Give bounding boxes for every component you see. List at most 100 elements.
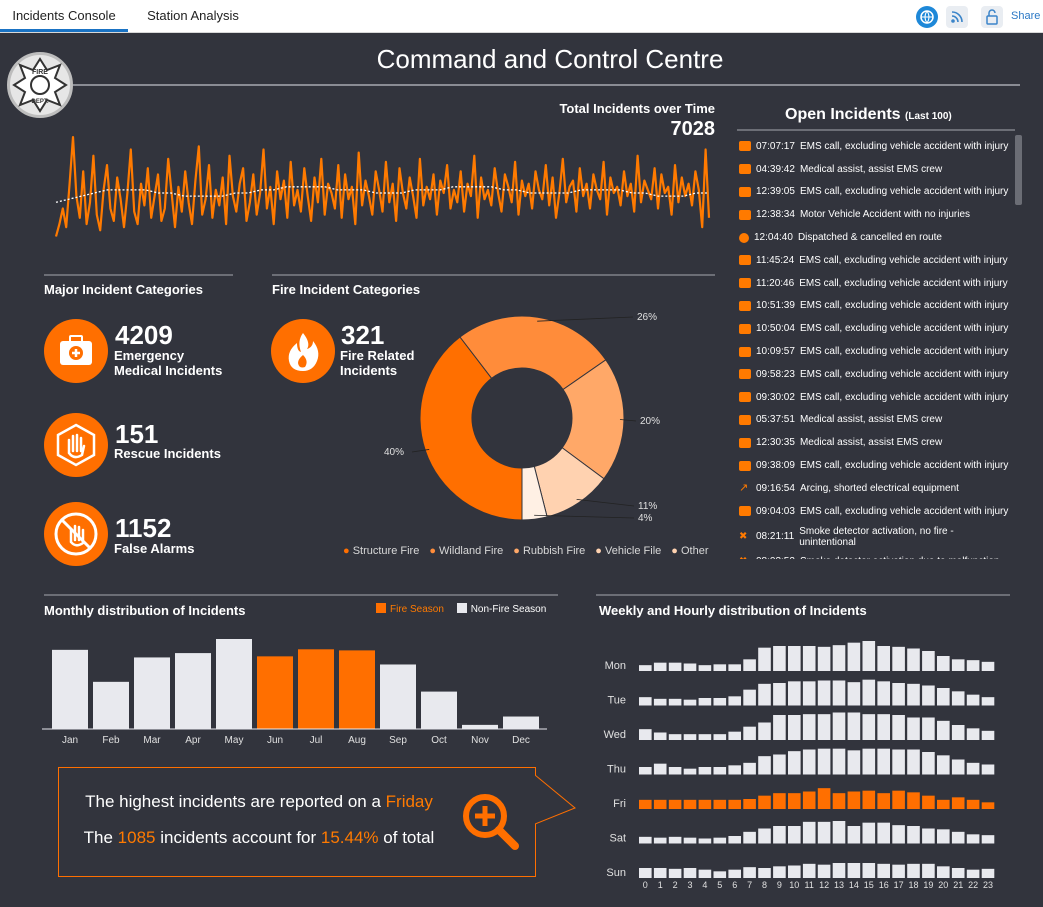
hour-cell-fri-11 bbox=[802, 791, 816, 809]
incident-time: 04:39:42 bbox=[756, 163, 795, 175]
hour-cell-sun-1 bbox=[653, 868, 667, 878]
hour-cell-sat-10 bbox=[788, 826, 801, 844]
hour-cell-thu-4 bbox=[698, 767, 712, 775]
open-incident-row[interactable]: 10:50:04 EMS call, excluding vehicle acci… bbox=[737, 317, 1025, 340]
open-incident-row[interactable]: 05:37:51 Medical assist, assist EMS crew bbox=[737, 409, 1025, 432]
arrows-expand-icon: ↗ bbox=[739, 482, 749, 495]
month-tick-label: Aug bbox=[348, 735, 366, 746]
hour-cell-sat-8 bbox=[758, 828, 771, 844]
hour-tick-label: 10 bbox=[789, 880, 799, 890]
hour-cell-mon-23 bbox=[981, 661, 995, 671]
share-link[interactable]: Share bbox=[1011, 10, 1040, 22]
hour-cell-mon-2 bbox=[668, 662, 682, 671]
hour-cell-thu-18 bbox=[907, 749, 920, 775]
incident-time: 09:30:02 bbox=[756, 391, 795, 403]
open-incident-row[interactable]: 12:38:34 Motor Vehicle Accident with no i… bbox=[737, 203, 1025, 226]
hour-cell-sun-15 bbox=[862, 863, 876, 878]
hour-cell-wed-14 bbox=[847, 712, 861, 740]
tab-station-analysis[interactable]: Station Analysis bbox=[140, 0, 246, 32]
fire-divider bbox=[272, 274, 715, 276]
open-incident-row[interactable]: 09:30:02 EMS call, excluding vehicle acci… bbox=[737, 386, 1025, 409]
incident-description: EMS call, excluding vehicle accident wit… bbox=[799, 186, 1009, 198]
month-tick-label: Nov bbox=[471, 735, 489, 746]
rss-icon[interactable] bbox=[946, 6, 968, 28]
weekday-label: Wed bbox=[604, 729, 626, 741]
hour-cell-fri-0 bbox=[639, 799, 652, 809]
highest-day: Friday bbox=[385, 792, 433, 811]
incident-description: Smoke detector activation due to malfunc… bbox=[800, 556, 1010, 559]
weekday-label: Sat bbox=[609, 833, 626, 845]
open-incident-row[interactable]: ✖ 08:21:11 Smoke detector activation, no f… bbox=[737, 523, 1025, 551]
globe-icon[interactable] bbox=[916, 6, 938, 28]
hour-tick-label: 18 bbox=[908, 880, 918, 890]
hour-tick-label: 11 bbox=[805, 880, 814, 890]
open-incidents-scrollbar[interactable] bbox=[1015, 135, 1022, 205]
open-incident-row[interactable]: 09:58:23 EMS call, excluding vehicle acci… bbox=[737, 363, 1025, 386]
hour-tick-label: 6 bbox=[732, 880, 737, 890]
weekly-divider bbox=[596, 594, 1010, 596]
hour-cell-sat-1 bbox=[653, 837, 667, 844]
hour-cell-sun-17 bbox=[892, 864, 905, 878]
incident-time: 10:50:04 bbox=[756, 323, 795, 335]
open-incident-row[interactable]: 09:38:09 EMS call, excluding vehicle acci… bbox=[737, 454, 1025, 477]
open-incidents-list[interactable]: 07:07:17 EMS call, excluding vehicle acci… bbox=[737, 135, 1025, 559]
hour-cell-wed-12 bbox=[817, 714, 831, 740]
open-incident-row[interactable]: 12:30:35 Medical assist, assist EMS crew bbox=[737, 431, 1025, 454]
hour-cell-thu-3 bbox=[683, 768, 697, 775]
hour-cell-thu-5 bbox=[713, 767, 727, 775]
month-bar-oct bbox=[421, 691, 457, 729]
medical-kit-icon bbox=[739, 186, 751, 197]
hour-cell-sun-11 bbox=[802, 863, 816, 878]
hour-cell-thu-14 bbox=[847, 750, 861, 775]
hour-cell-tue-1 bbox=[653, 698, 667, 706]
hour-cell-thu-13 bbox=[832, 748, 846, 775]
medical-kit-icon bbox=[739, 209, 751, 220]
open-incident-row[interactable]: ↗ 09:16:54 Arcing, shorted electrical equi… bbox=[737, 477, 1025, 500]
open-incident-row[interactable]: ✖ 08:03:52 Smoke detector activation due t… bbox=[737, 551, 1025, 559]
month-tick-label: Jun bbox=[267, 735, 283, 746]
open-incident-row[interactable]: 12:39:05 EMS call, excluding vehicle acci… bbox=[737, 181, 1025, 204]
major-categories-title: Major Incident Categories bbox=[44, 282, 203, 297]
incident-time: 07:07:17 bbox=[756, 140, 795, 152]
hour-cell-sun-12 bbox=[817, 864, 831, 878]
open-incident-row[interactable]: 07:07:17 EMS call, excluding vehicle acci… bbox=[737, 135, 1025, 158]
month-tick-label: May bbox=[225, 735, 244, 746]
open-incident-row[interactable]: 09:04:03 EMS call, excluding vehicle acci… bbox=[737, 500, 1025, 523]
hour-cell-sun-2 bbox=[668, 868, 682, 878]
hour-cell-wed-11 bbox=[802, 714, 816, 740]
medical-kit-icon bbox=[739, 460, 751, 471]
open-incident-row[interactable]: 10:09:57 EMS call, excluding vehicle acci… bbox=[737, 340, 1025, 363]
hour-cell-mon-3 bbox=[683, 663, 697, 671]
incident-time: 12:30:35 bbox=[756, 437, 795, 449]
non-fire-season-swatch bbox=[456, 603, 467, 613]
open-incident-row[interactable]: 04:39:42 Medical assist, assist EMS crew bbox=[737, 158, 1025, 181]
open-incident-row[interactable]: 12:04:40 Dispatched & cancelled en route bbox=[737, 226, 1025, 249]
rescue-incidents-label: Rescue Incidents bbox=[114, 446, 221, 461]
open-incident-row[interactable]: 10:51:39 EMS call, excluding vehicle acci… bbox=[737, 295, 1025, 318]
hour-cell-wed-20 bbox=[937, 720, 950, 740]
logo-bottom-text: DEPT. bbox=[31, 99, 48, 105]
hour-cell-sat-19 bbox=[922, 828, 935, 844]
open-incidents-divider bbox=[737, 129, 1015, 131]
unlock-icon[interactable] bbox=[981, 6, 1003, 28]
hour-cell-tue-2 bbox=[668, 698, 682, 706]
hour-tick-label: 3 bbox=[687, 880, 692, 890]
open-incident-row[interactable]: 11:20:46 EMS call, excluding vehicle acci… bbox=[737, 272, 1025, 295]
legend-label: Structure Fire bbox=[352, 545, 420, 557]
donut-legend: ● Structure Fire ● Wildland Fire ● Rubbish… bbox=[343, 545, 718, 557]
hour-cell-wed-7 bbox=[743, 726, 756, 740]
month-tick-label: Oct bbox=[431, 735, 447, 746]
hour-cell-fri-4 bbox=[698, 799, 712, 809]
incident-time: 09:38:09 bbox=[756, 460, 795, 472]
hour-cell-sat-18 bbox=[907, 826, 920, 844]
donut-pct-label: 26% bbox=[637, 312, 657, 323]
fire-categories-donut: 40% 26% 20% 11%4% bbox=[384, 312, 660, 524]
open-incident-row[interactable]: 11:45:24 EMS call, excluding vehicle acci… bbox=[737, 249, 1025, 272]
hour-cell-mon-13 bbox=[832, 645, 846, 671]
month-tick-label: Dec bbox=[512, 735, 530, 746]
hour-cell-fri-7 bbox=[743, 799, 756, 809]
tab-incidents-console[interactable]: Incidents Console bbox=[0, 0, 128, 32]
hour-cell-sat-20 bbox=[937, 829, 950, 844]
hour-cell-mon-1 bbox=[653, 662, 667, 671]
flame-icon bbox=[271, 319, 335, 383]
